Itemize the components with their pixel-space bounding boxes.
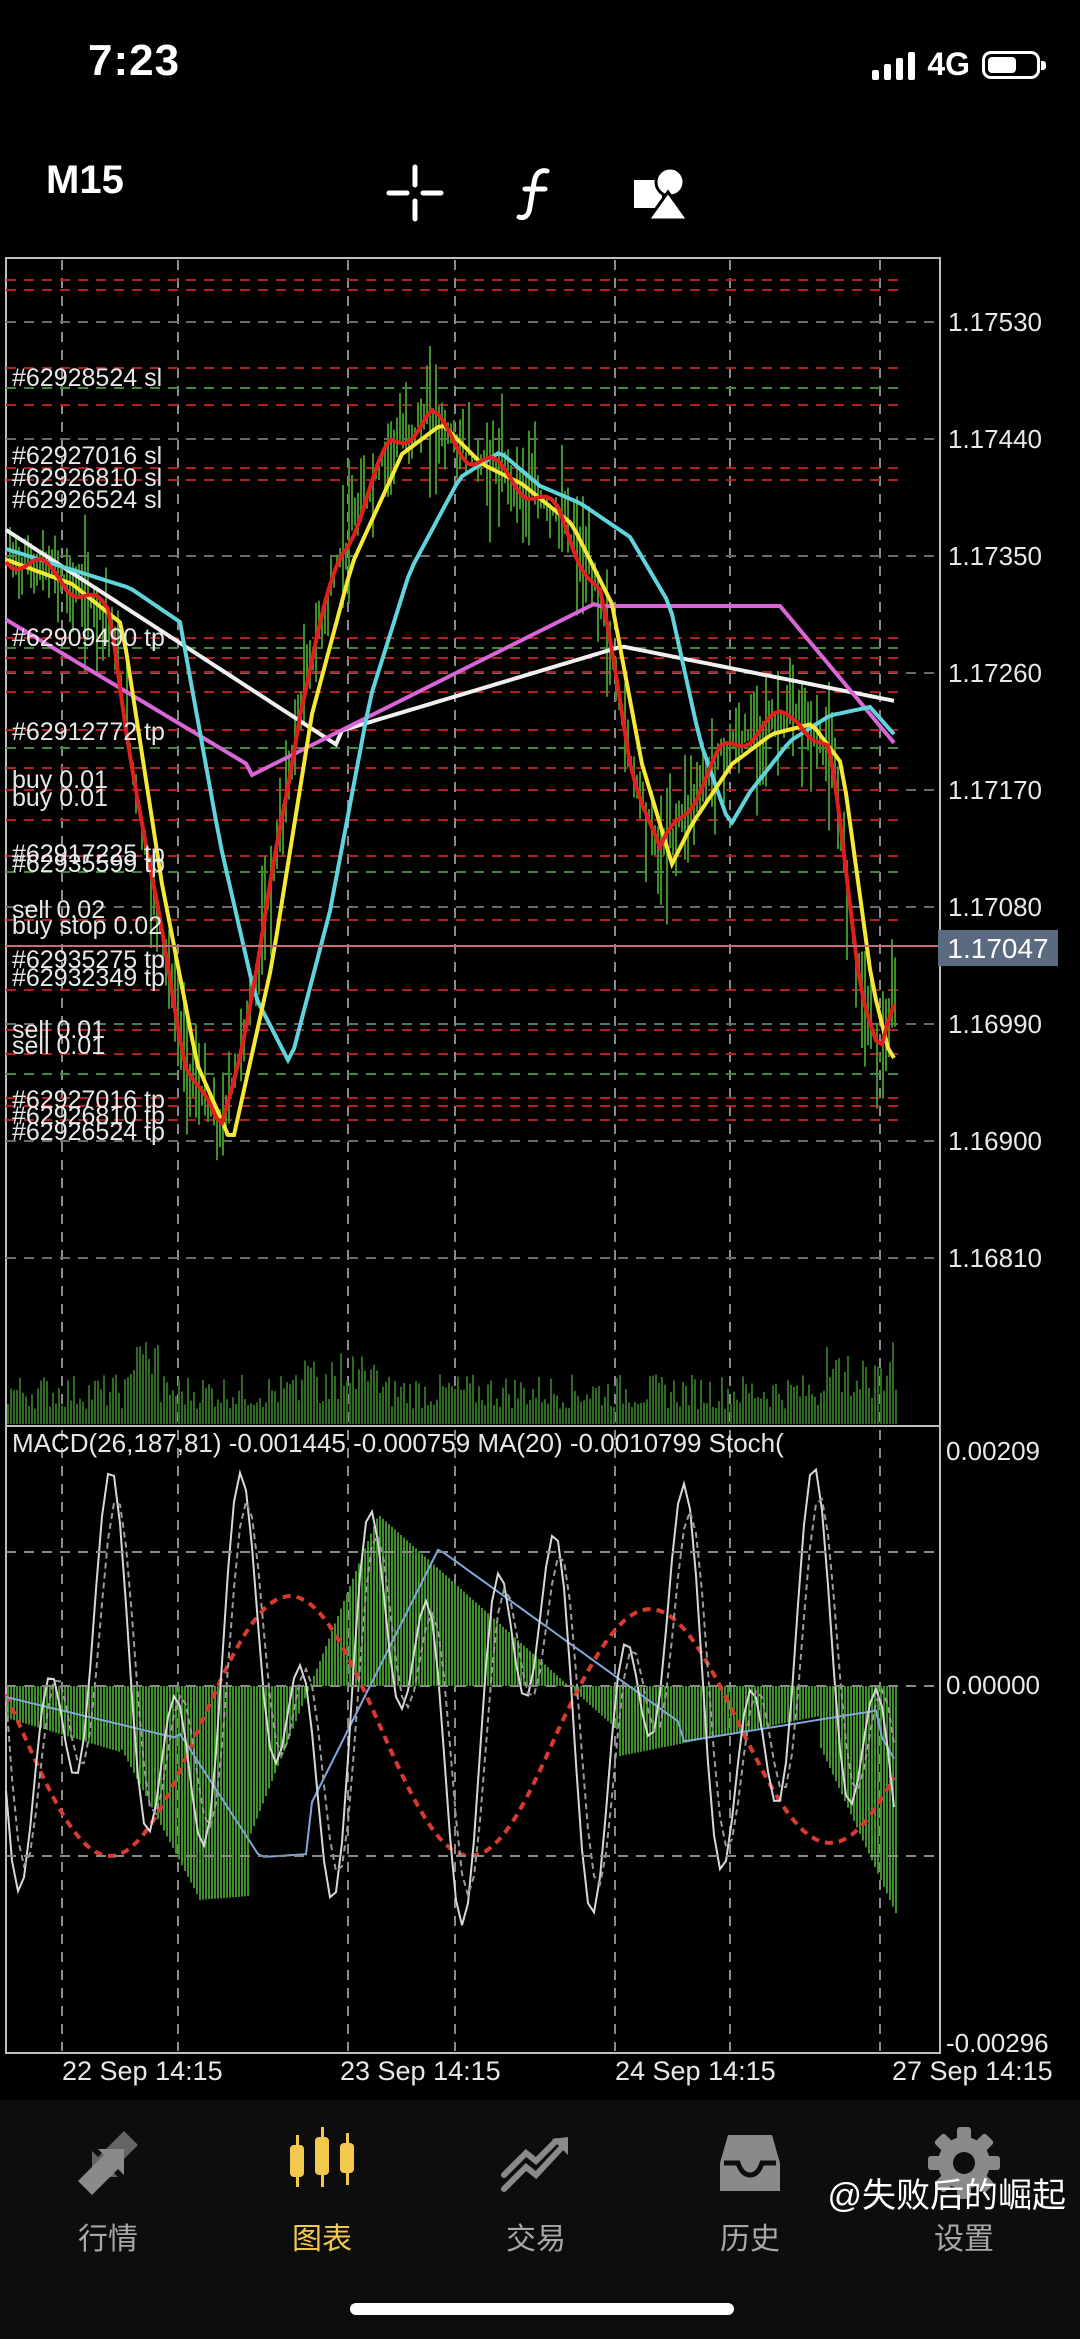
order-label: #62926524 tp <box>12 1118 165 1146</box>
current-price-label: 1.17047 <box>947 933 1048 964</box>
function-icon[interactable] <box>502 158 572 228</box>
chart-area[interactable]: #62928524 sl #62927016 sl #62926810 sl #629… <box>0 256 1080 2086</box>
signal-icon <box>872 50 916 80</box>
price-label: 1.16900 <box>948 1126 1042 1156</box>
crosshair-icon[interactable] <box>380 158 450 228</box>
price-label: 1.17170 <box>948 775 1042 805</box>
indicator-axis-label: -0.00296 <box>946 2028 1049 2058</box>
home-indicator <box>350 2303 734 2315</box>
status-bar: 7:23 4G <box>0 0 1080 130</box>
order-label: #62909490 tp <box>12 624 165 652</box>
chart-icon <box>242 2118 402 2208</box>
watermark: @失败后的崛起 <box>827 2177 1066 2215</box>
order-label: #62926524 sl <box>12 486 162 514</box>
price-label: 1.17530 <box>948 307 1042 337</box>
chart-canvas[interactable]: #62928524 sl#62927016 sl#62926810 sl#629… <box>0 256 1080 2086</box>
price-label: 1.17350 <box>948 541 1042 571</box>
nav-history-label: 历史 <box>720 2223 780 2256</box>
price-label: 1.17080 <box>948 892 1042 922</box>
nav-history[interactable]: 历史 <box>670 2118 830 2258</box>
price-label: 1.17260 <box>948 658 1042 688</box>
nav-settings-label: 设置 <box>934 2223 994 2256</box>
nav-quotes[interactable]: 行情 <box>28 2118 188 2258</box>
indicator-axis-label: 0.00209 <box>946 1436 1040 1466</box>
order-label: #62928524 sl <box>12 364 162 392</box>
status-indicators: 4G <box>872 46 1046 83</box>
battery-icon <box>982 50 1046 79</box>
order-label: #62912772 tp <box>12 718 165 746</box>
nav-chart[interactable]: 图表 <box>242 2118 402 2258</box>
order-label: buy 0.01 <box>12 784 108 812</box>
order-label: buy stop 0.02 <box>12 912 162 940</box>
current-price-tag: 1.17047 <box>938 930 1058 966</box>
history-icon <box>670 2118 830 2208</box>
price-axis: 1.17530 1.17440 1.17350 1.17260 1.17170 1.170… <box>948 307 1042 1273</box>
trade-icon <box>456 2118 616 2208</box>
time-label: 27 Sep 14:15 <box>892 2056 1053 2086</box>
order-label: sell 0.01 <box>12 1032 105 1060</box>
time-label: 23 Sep 14:15 <box>340 2056 501 2086</box>
indicator-header: MACD(26,187,81) -0.001445 -0.000759 MA(2… <box>12 1428 784 1458</box>
nav-trade-label: 交易 <box>506 2223 566 2256</box>
order-label: #62935599 tp <box>12 850 165 878</box>
volume-bars <box>7 1342 897 1424</box>
price-label: 1.16810 <box>948 1243 1042 1273</box>
quotes-icon <box>28 2118 188 2208</box>
status-time: 7:23 <box>88 36 181 85</box>
price-label: 1.17440 <box>948 424 1042 454</box>
network-label: 4G <box>927 46 970 82</box>
price-label: 1.16990 <box>948 1009 1042 1039</box>
time-label: 22 Sep 14:15 <box>62 2056 223 2086</box>
time-label: 24 Sep 14:15 <box>615 2056 776 2086</box>
nav-trade[interactable]: 交易 <box>456 2118 616 2258</box>
objects-icon[interactable] <box>626 158 696 228</box>
chart-toolbar: M15 <box>0 140 1080 240</box>
order-label: #62932349 tp <box>12 964 165 992</box>
nav-chart-label: 图表 <box>292 2223 352 2256</box>
indicator-axis-label: 0.00000 <box>946 1670 1040 1700</box>
nav-quotes-label: 行情 <box>78 2223 138 2256</box>
timeframe-button[interactable]: M15 <box>46 158 124 203</box>
time-axis: 22 Sep 14:15 23 Sep 14:15 24 Sep 14:15 27 S… <box>62 2056 1053 2086</box>
